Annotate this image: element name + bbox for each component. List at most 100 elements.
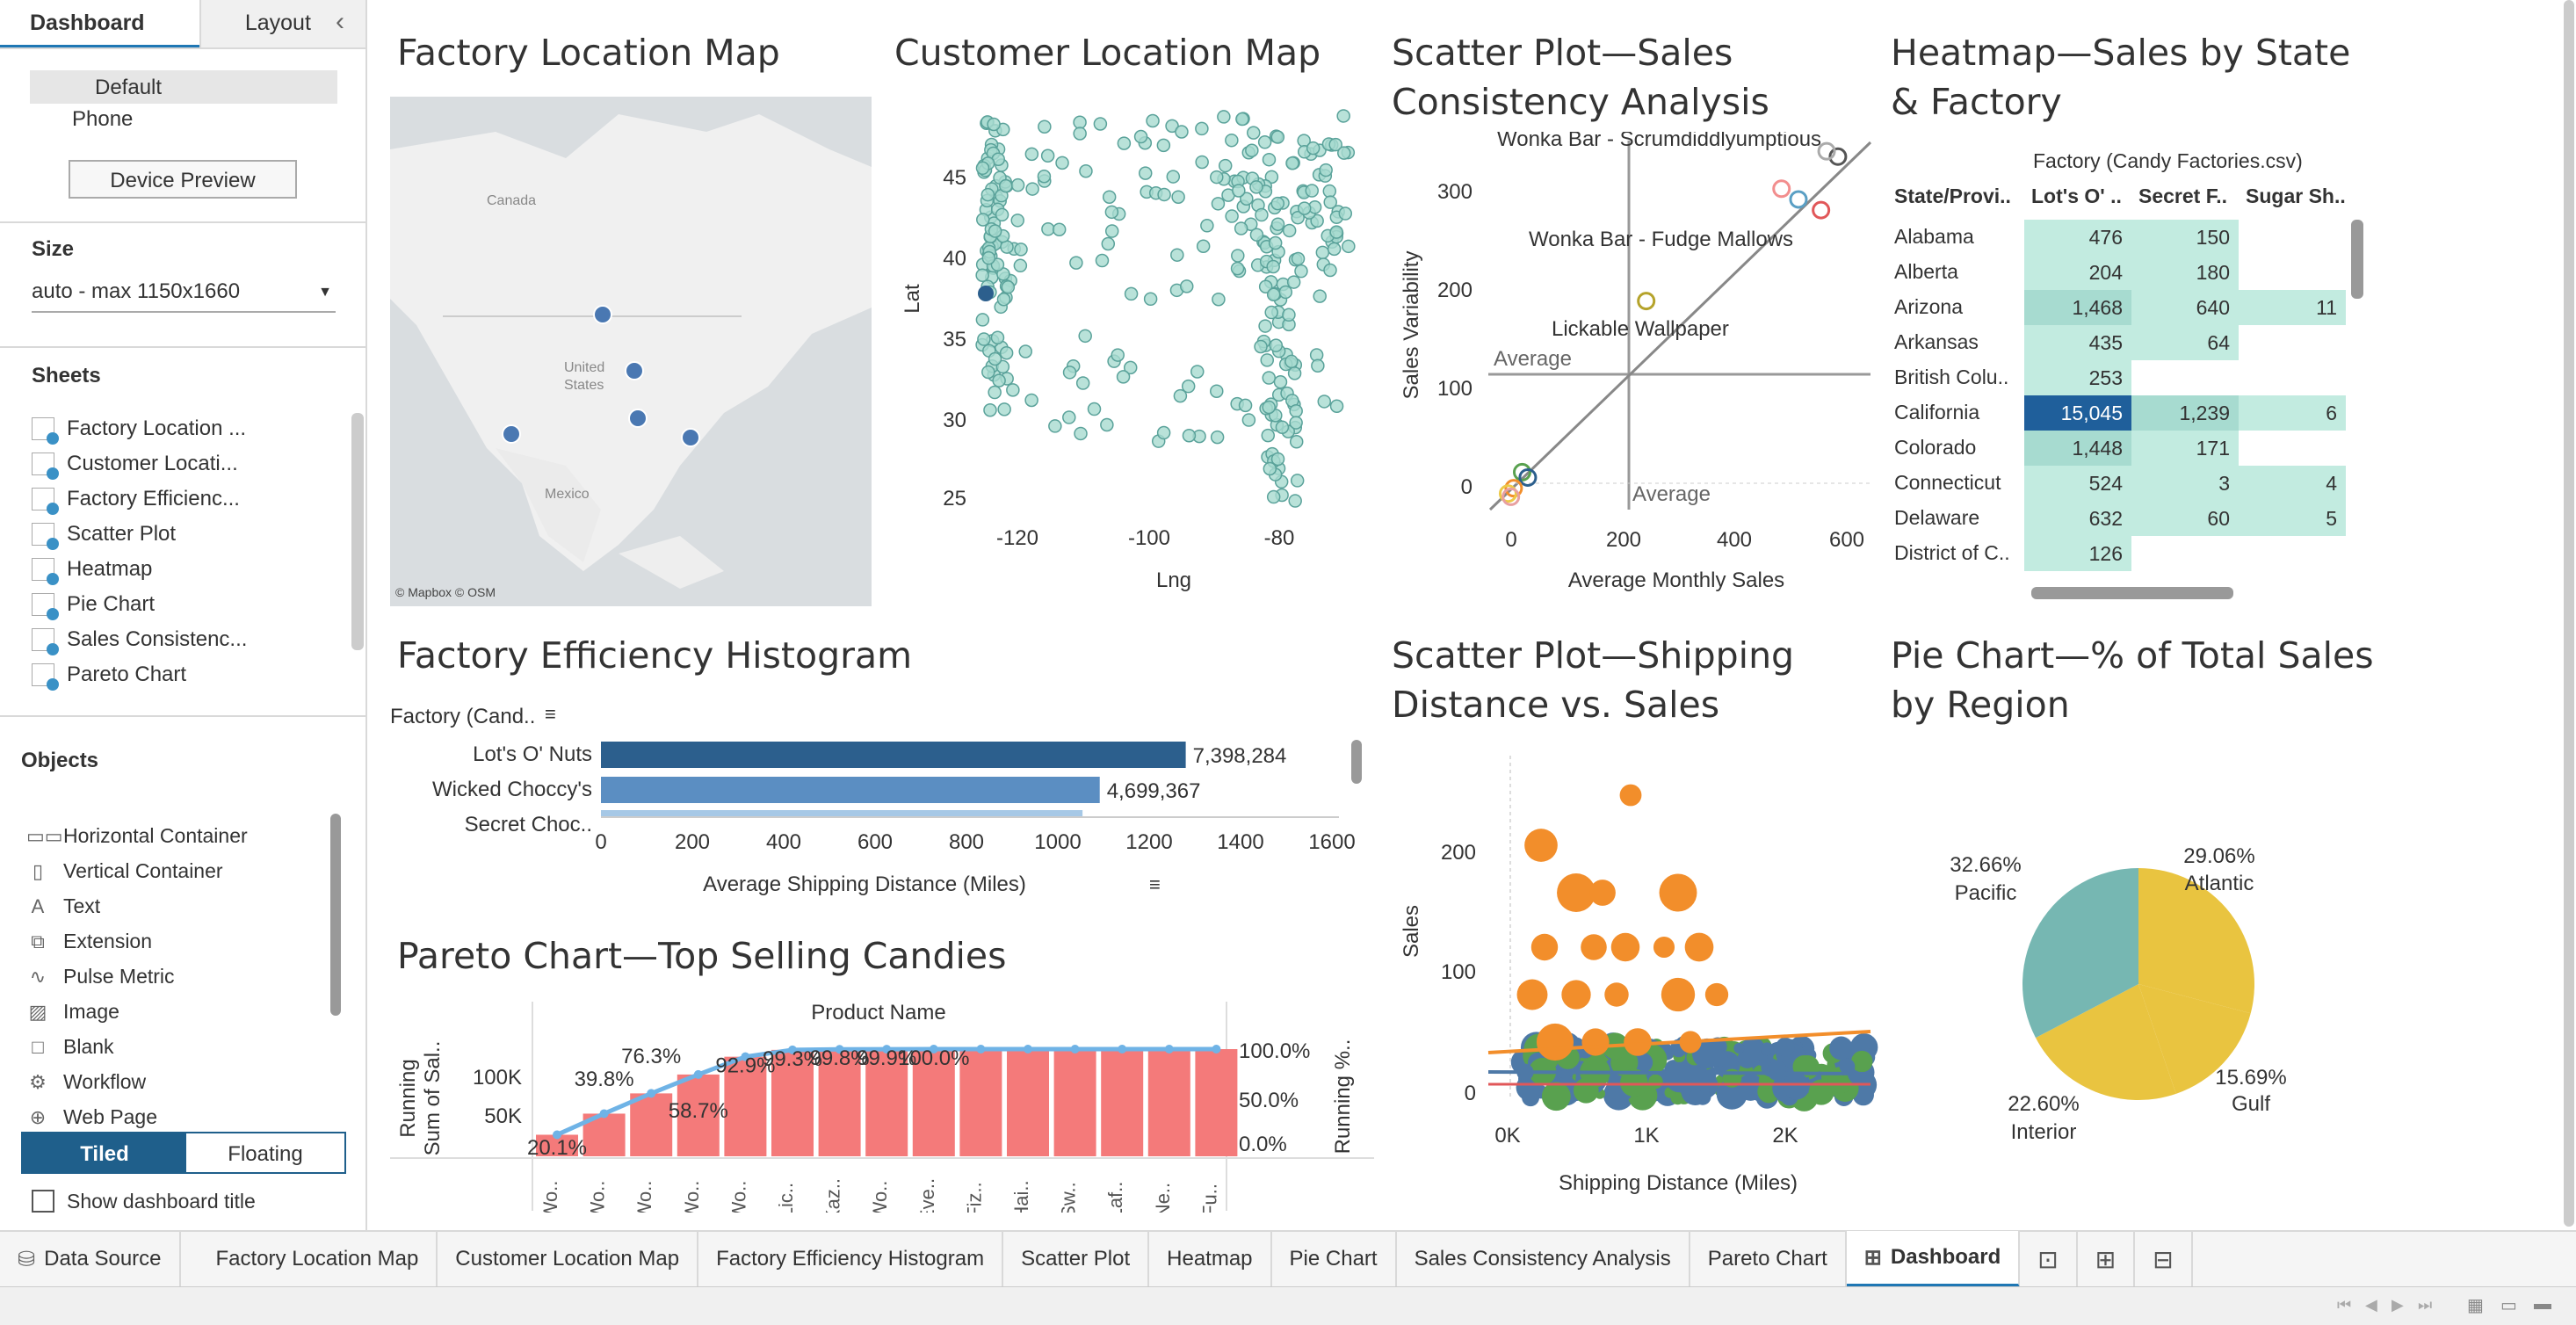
grid-view-icon[interactable]: ▦	[2467, 1294, 2484, 1316]
heatmap-cell[interactable]: 171	[2131, 431, 2239, 466]
customer-point[interactable]	[1268, 235, 1283, 250]
nav-last-icon[interactable]: ⏭	[2418, 1296, 2432, 1314]
customer-point[interactable]	[1249, 180, 1263, 194]
sheet-item[interactable]: Customer Locati...	[32, 452, 238, 480]
customer-point[interactable]	[1210, 170, 1224, 185]
scatter-point[interactable]	[1812, 200, 1831, 220]
customer-point[interactable]	[1062, 366, 1077, 380]
size-select[interactable]: auto - max 1150x1660 ▼	[32, 279, 336, 313]
customer-point[interactable]	[1297, 201, 1312, 215]
customer-point[interactable]	[1262, 152, 1277, 167]
heatmap-cell[interactable]	[2131, 536, 2239, 571]
heatmap-cell[interactable]	[2239, 360, 2346, 395]
object-item[interactable]: ∿ Pulse Metric	[26, 965, 175, 988]
customer-point[interactable]	[1195, 155, 1209, 170]
heatmap-hscrollbar[interactable]	[2031, 587, 2233, 599]
customer-point[interactable]	[1210, 384, 1224, 398]
heatmap-cell[interactable]: 11	[2239, 290, 2346, 325]
customer-point[interactable]	[1025, 182, 1039, 196]
customer-point[interactable]	[1323, 195, 1337, 209]
nav-next-icon[interactable]: ▶	[2391, 1296, 2404, 1314]
shipping-point[interactable]	[1524, 829, 1558, 862]
customer-point[interactable]	[1013, 258, 1028, 273]
heatmap-cell[interactable]	[2239, 431, 2346, 466]
heatmap-cell[interactable]: 204	[2024, 255, 2131, 290]
pie-chart[interactable]: 29.06% Atlantic 15.69% Gulf 22.60% Inter…	[1884, 826, 2376, 1177]
customer-point[interactable]	[1327, 242, 1342, 257]
customer-point[interactable]	[1138, 166, 1153, 180]
factory-map[interactable]: Canada United States Mexico © Mapbox © O…	[390, 97, 872, 606]
customer-point[interactable]	[1273, 375, 1288, 389]
customer-point[interactable]	[999, 345, 1014, 360]
customer-point[interactable]	[1078, 329, 1092, 344]
sheet-item[interactable]: Pareto Chart	[32, 662, 186, 691]
customer-point[interactable]	[1263, 461, 1277, 476]
heatmap-cell[interactable]: 180	[2131, 255, 2239, 290]
customer-point[interactable]	[1073, 127, 1087, 141]
customer-point[interactable]	[1100, 417, 1114, 432]
tiled-button[interactable]: Tiled	[23, 1133, 186, 1172]
customer-point[interactable]	[1075, 376, 1090, 390]
customer-point[interactable]	[1270, 130, 1285, 144]
new-dashboard-icon[interactable]: ⊞	[2078, 1231, 2136, 1287]
customer-point[interactable]	[990, 330, 1005, 344]
customer-point[interactable]	[1111, 348, 1125, 362]
heatmap-cell[interactable]: 1,448	[2024, 431, 2131, 466]
shipping-point[interactable]	[1624, 1028, 1652, 1056]
heatmap-cell[interactable]: 60	[2131, 501, 2239, 536]
shipping-point[interactable]	[1767, 1060, 1787, 1081]
sheet-item[interactable]: Sales Consistenc...	[32, 627, 247, 655]
pareto-point[interactable]	[976, 1045, 986, 1053]
customer-point[interactable]	[1133, 129, 1148, 144]
customer-point[interactable]	[1286, 275, 1301, 289]
heatmap-cell[interactable]: 1,468	[2024, 290, 2131, 325]
customer-point[interactable]	[1196, 239, 1211, 254]
customer-point[interactable]	[1284, 354, 1299, 369]
tab-pareto-chart[interactable]: Pareto Chart	[1690, 1231, 1847, 1287]
heatmap-cell[interactable]: 640	[2131, 290, 2239, 325]
pareto-point[interactable]	[1024, 1045, 1032, 1053]
tabs-view-icon[interactable]: ▬	[2534, 1294, 2551, 1314]
heatmap-cell[interactable]: 126	[2024, 536, 2131, 571]
customer-point[interactable]	[1315, 245, 1330, 260]
customer-point[interactable]	[1329, 399, 1344, 413]
customer-point[interactable]	[1117, 136, 1132, 150]
scatter-point[interactable]	[1789, 190, 1808, 209]
customer-point[interactable]	[1255, 207, 1269, 222]
sheet-item[interactable]: Heatmap	[32, 557, 152, 585]
customer-point[interactable]	[1289, 416, 1303, 430]
customer-point[interactable]	[1074, 426, 1088, 441]
heatmap-cell[interactable]: 476	[2024, 220, 2131, 255]
tab-dashboard[interactable]: Dashboard	[0, 0, 199, 47]
pareto-bar[interactable]	[1195, 1049, 1238, 1156]
customer-point[interactable]	[1262, 400, 1276, 415]
customer-point[interactable]	[1010, 177, 1025, 192]
object-item[interactable]: ▯ Vertical Container	[26, 859, 223, 883]
customer-point[interactable]	[977, 332, 991, 346]
object-item[interactable]: ⊕ Web Page	[26, 1105, 157, 1129]
customer-point[interactable]	[1124, 286, 1139, 301]
customer-point[interactable]	[1195, 121, 1209, 136]
customer-point[interactable]	[1247, 126, 1261, 140]
shipping-point[interactable]	[1530, 933, 1559, 961]
customer-point[interactable]	[1269, 338, 1284, 352]
customer-point[interactable]	[1190, 365, 1205, 379]
object-item[interactable]: □ Blank	[26, 1035, 113, 1059]
customer-point[interactable]	[1101, 236, 1116, 251]
scatter-sales-chart[interactable]: Wonka Bar - Scrumdiddlyumptious Wonka Ba…	[1392, 132, 1884, 606]
pareto-point[interactable]	[599, 1109, 609, 1119]
customer-point[interactable]	[1052, 222, 1067, 236]
customer-point[interactable]	[1291, 251, 1306, 266]
customer-point[interactable]	[988, 385, 1002, 400]
customer-point[interactable]	[1311, 358, 1325, 373]
histogram-bar[interactable]	[601, 810, 1083, 817]
customer-point[interactable]	[1038, 119, 1052, 134]
histogram-bar[interactable]	[601, 742, 1186, 768]
heatmap-vscrollbar[interactable]	[2351, 220, 2363, 299]
shipping-point[interactable]	[1610, 932, 1640, 962]
shipping-point[interactable]	[1604, 982, 1629, 1007]
customer-point[interactable]	[1104, 224, 1119, 238]
tab-factory-efficiency-histogram[interactable]: Factory Efficiency Histogram	[698, 1231, 1004, 1287]
shipping-point[interactable]	[1589, 880, 1616, 906]
customer-point[interactable]	[992, 373, 1006, 387]
